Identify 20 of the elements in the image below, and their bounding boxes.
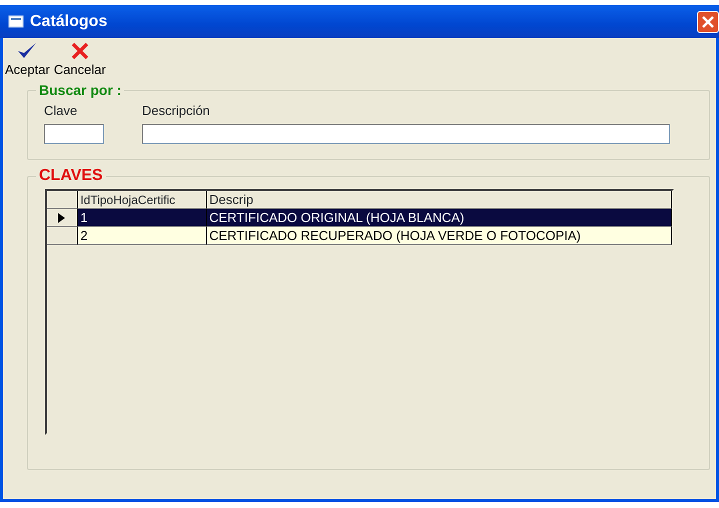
table-cell: CERTIFICADO ORIGINAL (HOJA BLANCA) [207,208,672,226]
check-icon [17,42,38,60]
row-header[interactable] [47,208,78,226]
cancel-button[interactable]: Cancelar [52,42,108,80]
accept-button[interactable]: Aceptar [3,42,52,80]
table-title: CLAVES [36,168,106,184]
window-icon [8,15,24,28]
table-cell: CERTIFICADO RECUPERADO (HOJA VERDE O FOTOCOPIA) [207,226,672,244]
close-button[interactable] [697,10,719,32]
table-cell: 2 [78,226,208,244]
table-cell: 1 [78,208,208,226]
close-icon [70,42,89,60]
row-header[interactable] [47,226,78,244]
row-pointer-icon [58,212,65,222]
window-title: Catálogos [30,12,108,32]
description-label: Descripción [142,102,211,120]
description-field[interactable] [142,124,670,144]
key-label: Clave [44,102,78,120]
key-field[interactable] [44,124,104,144]
close-icon [702,16,714,28]
